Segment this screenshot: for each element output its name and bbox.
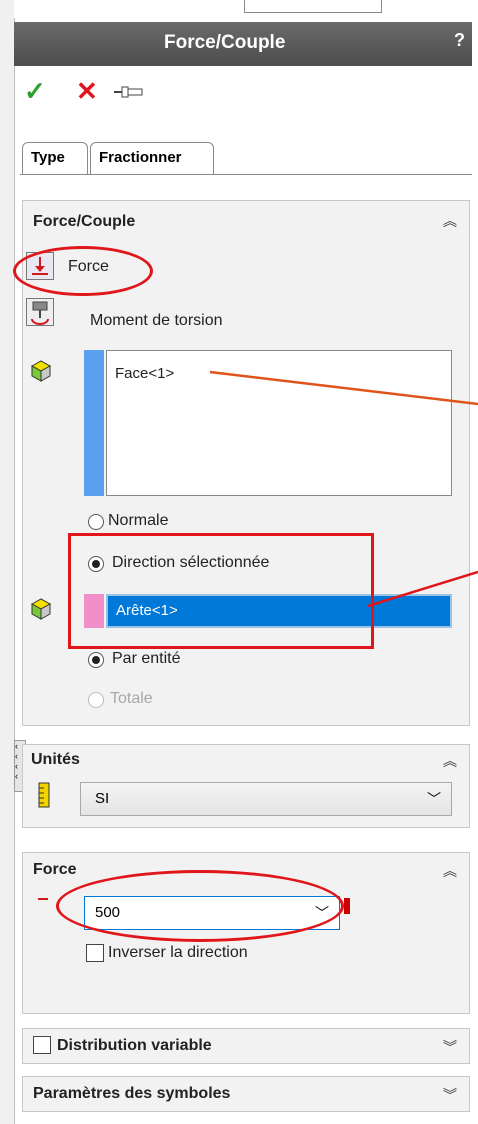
unit-indicator — [344, 898, 350, 914]
panel-header-symbols: Paramètres des symboles — [33, 1085, 231, 1102]
distribution-panel: Distribution variable ︾ — [22, 1028, 470, 1064]
reverse-direction-label: Inverser la direction — [108, 944, 248, 961]
distribution-checkbox[interactable] — [33, 1036, 51, 1054]
units-value: SI — [95, 790, 110, 807]
expand-chevron-icon[interactable]: ︾ — [443, 1085, 457, 1105]
panel-header-distribution: Distribution variable — [57, 1037, 212, 1054]
expand-chevron-icon[interactable]: ︾ — [443, 1037, 457, 1057]
chevron-down-icon[interactable]: ﹀ — [427, 789, 441, 809]
collapse-chevron-icon[interactable]: ︽ — [443, 861, 457, 881]
panel-header-units: Unités — [31, 751, 80, 768]
symbols-panel: Paramètres des symboles ︾ — [22, 1076, 470, 1112]
reverse-direction-checkbox[interactable] — [86, 944, 104, 962]
panel-header-force: Force — [33, 861, 77, 878]
annotation-oval-force-value — [56, 870, 344, 942]
force-arrow-icon — [38, 890, 48, 900]
units-dropdown[interactable]: SI ﹀ — [80, 782, 452, 816]
collapse-chevron-icon[interactable]: ︽ — [443, 751, 457, 771]
ruler-icon — [38, 782, 50, 808]
